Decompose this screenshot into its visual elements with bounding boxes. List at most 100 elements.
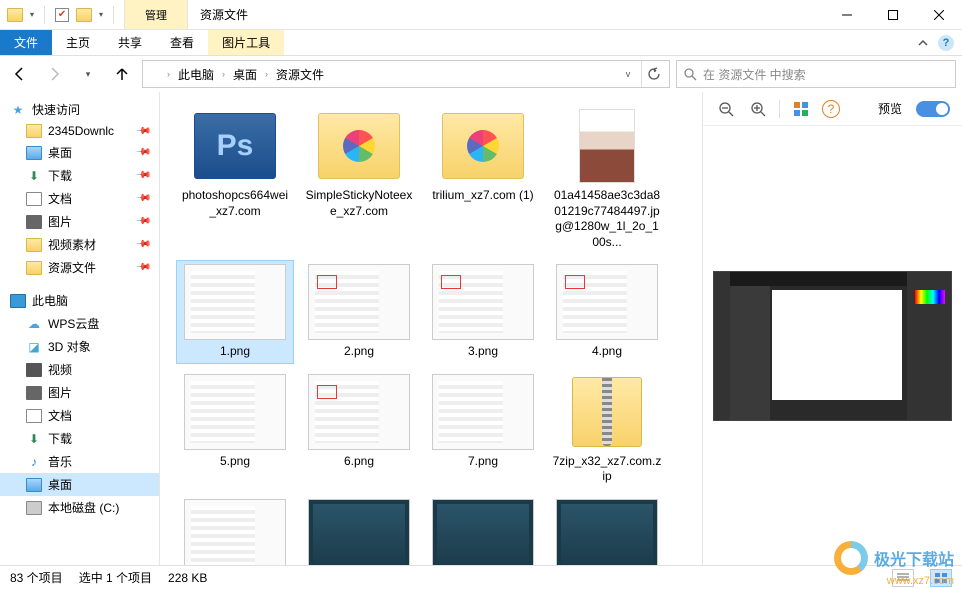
file-item[interactable]: 4.png [548, 260, 666, 364]
ribbon-collapse-icon[interactable] [908, 30, 938, 55]
status-bar: 83 个项目 选中 1 个项目 228 KB [0, 565, 962, 589]
help-icon[interactable]: ? [938, 35, 954, 51]
qat-divider-2 [113, 6, 114, 24]
qat-folder-icon[interactable] [75, 6, 93, 24]
file-item[interactable]: 01a41458ae3c3da801219c77484497.jpg@1280w… [548, 104, 666, 254]
crumb-current[interactable]: 资源文件 [274, 64, 326, 85]
sidebar-item[interactable]: 文档📌 [0, 187, 159, 210]
window-controls [824, 0, 962, 30]
crumb-this-pc[interactable]: 此电脑 [176, 64, 216, 85]
sidebar-item-label: 下载 [48, 430, 72, 447]
nav-recent-caret[interactable]: ▾ [74, 60, 102, 88]
thumbnails-view-button[interactable] [930, 569, 952, 587]
sidebar-item[interactable]: 图片📌 [0, 210, 159, 233]
preview-toggle[interactable] [916, 101, 950, 117]
file-item[interactable] [548, 495, 666, 565]
file-item[interactable]: trilium_xz7.com (1) [424, 104, 542, 254]
qat-properties-icon[interactable]: ✔ [55, 8, 69, 22]
qat-overflow-caret[interactable]: ▾ [99, 10, 103, 19]
file-item[interactable]: 3.png [424, 260, 542, 364]
file-item[interactable]: 7zip_x32_xz7.com.zip [548, 370, 666, 489]
tab-view[interactable]: 查看 [156, 30, 208, 55]
pin-icon: 📌 [134, 167, 151, 184]
close-button[interactable] [916, 0, 962, 30]
file-item[interactable]: 1.png [176, 260, 294, 364]
sidebar-this-pc[interactable]: 此电脑 [0, 289, 159, 312]
app-menu-caret[interactable]: ▾ [30, 10, 34, 19]
file-label: 4.png [592, 344, 622, 360]
file-item[interactable] [176, 495, 294, 565]
sidebar-item[interactable]: 本地磁盘 (C:) [0, 496, 159, 519]
sidebar-item-label: 3D 对象 [48, 338, 91, 355]
tab-picture-tools[interactable]: 图片工具 [208, 30, 284, 55]
search-icon [683, 67, 697, 81]
file-item[interactable]: 6.png [300, 370, 418, 489]
sidebar-item[interactable]: 桌面 [0, 473, 159, 496]
crumb-desktop[interactable]: 桌面 [231, 64, 259, 85]
preview-toolbar: ? 预览 [703, 92, 962, 126]
zoom-out-icon[interactable] [715, 98, 737, 120]
crumb-sep-icon[interactable]: › [222, 69, 225, 79]
nav-back-button[interactable] [6, 60, 34, 88]
nav-forward-button[interactable] [40, 60, 68, 88]
sidebar-item[interactable]: 2345Downlc📌 [0, 121, 159, 141]
sidebar-item-label: 桌面 [48, 144, 72, 161]
pin-icon: 📌 [134, 259, 151, 276]
sidebar-item-label: 音乐 [48, 453, 72, 470]
nav-sidebar[interactable]: ★ 快速访问 2345Downlc📌桌面📌⬇下载📌文档📌图片📌视频素材📌资源文件… [0, 92, 160, 565]
sidebar-item[interactable]: 文档 [0, 404, 159, 427]
sidebar-item[interactable]: 桌面📌 [0, 141, 159, 164]
pin-icon: 📌 [134, 236, 151, 253]
sidebar-item-label: 视频素材 [48, 236, 96, 253]
grid-view-icon[interactable] [790, 98, 812, 120]
sidebar-item[interactable]: ☁WPS云盘 [0, 312, 159, 335]
sidebar-item[interactable]: 视频素材 📌 [0, 233, 159, 256]
pin-icon: 📌 [134, 213, 151, 230]
tab-home[interactable]: 主页 [52, 30, 104, 55]
refresh-button[interactable] [641, 61, 665, 87]
ribbon-tabs: 文件 主页 共享 查看 图片工具 ? [0, 30, 962, 56]
file-item[interactable] [424, 495, 542, 565]
file-item[interactable] [300, 495, 418, 565]
this-pc-label: 此电脑 [32, 292, 68, 309]
sidebar-quick-access[interactable]: ★ 快速访问 [0, 98, 159, 121]
preview-pane: ? 预览 [702, 92, 962, 565]
minimize-button[interactable] [824, 0, 870, 30]
file-label: 1.png [220, 344, 250, 360]
sidebar-item-label: 下载 [48, 167, 72, 184]
sidebar-item[interactable]: ⬇下载 [0, 427, 159, 450]
file-item[interactable]: Psphotoshopcs664wei_xz7.com [176, 104, 294, 254]
status-item-count: 83 个项目 [10, 569, 63, 586]
sidebar-item[interactable]: ♪音乐 [0, 450, 159, 473]
file-item[interactable]: 2.png [300, 260, 418, 364]
search-input[interactable]: 在 资源文件 中搜索 [676, 60, 956, 88]
status-size: 228 KB [168, 571, 207, 585]
preview-help-icon[interactable]: ? [822, 100, 840, 118]
address-history-caret[interactable]: v [619, 69, 637, 79]
file-label: 6.png [344, 454, 374, 470]
file-item[interactable]: 5.png [176, 370, 294, 489]
sidebar-item[interactable]: 图片 [0, 381, 159, 404]
quick-access-toolbar: ▾ ✔ ▾ [0, 6, 124, 24]
sidebar-item[interactable]: ◪3D 对象 [0, 335, 159, 358]
file-item[interactable]: SimpleStickyNoteexe_xz7.com [300, 104, 418, 254]
file-list[interactable]: Psphotoshopcs664wei_xz7.com SimpleStickyN… [160, 92, 702, 565]
file-label: 01a41458ae3c3da801219c77484497.jpg@1280w… [552, 188, 662, 250]
address-folder-icon [147, 68, 161, 80]
nav-up-button[interactable] [108, 60, 136, 88]
details-view-button[interactable] [892, 569, 914, 587]
sidebar-item-label: 资源文件 [48, 259, 96, 276]
crumb-sep-icon[interactable]: › [167, 69, 170, 79]
file-tab[interactable]: 文件 [0, 30, 52, 55]
sidebar-item[interactable]: 视频 [0, 358, 159, 381]
maximize-button[interactable] [870, 0, 916, 30]
zoom-in-icon[interactable] [747, 98, 769, 120]
file-item[interactable]: 7.png [424, 370, 542, 489]
address-box[interactable]: › 此电脑 › 桌面 › 资源文件 v [142, 60, 670, 88]
sidebar-item[interactable]: ⬇下载📌 [0, 164, 159, 187]
sidebar-item[interactable]: 资源文件 📌 [0, 256, 159, 279]
app-folder-icon[interactable] [6, 6, 24, 24]
crumb-sep-icon[interactable]: › [265, 69, 268, 79]
file-label: SimpleStickyNoteexe_xz7.com [304, 188, 414, 219]
tab-share[interactable]: 共享 [104, 30, 156, 55]
